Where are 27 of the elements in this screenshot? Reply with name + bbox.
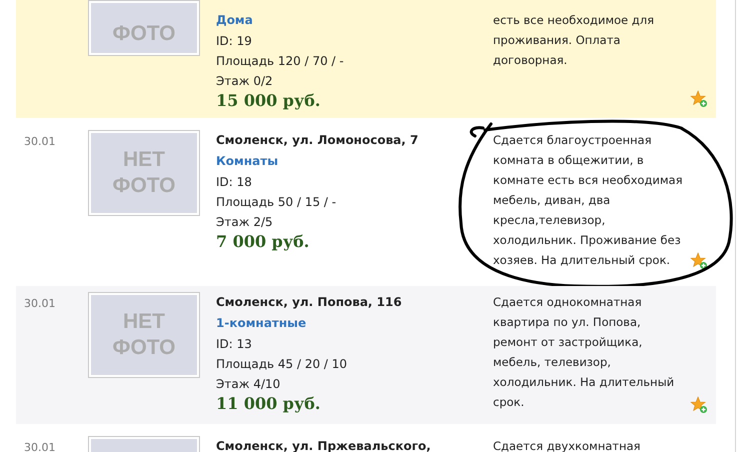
- no-photo-label: НЕТ ФОТО: [112, 147, 176, 199]
- listing-floor: Этаж 0/2: [216, 73, 274, 90]
- listing-area: Площадь 50 / 15 / -: [216, 192, 493, 212]
- listing-date: 30.01: [24, 441, 56, 452]
- listing-description: Сдается однокомнатная квартира по ул. Попова, ремонт от застройщика, мебель, телевизор, холодильник. На длительный срок.: [493, 294, 676, 411]
- listing-floor: Этаж 2/5: [216, 214, 274, 231]
- listing-price: 11 000 руб.: [216, 394, 322, 414]
- listing-address[interactable]: Смоленск, ул. Ломоносова, 7: [216, 130, 493, 150]
- listing-area: Площадь 45 / 20 / 10: [216, 354, 493, 374]
- listing-description: Сдается благоустроенная комната в общежитии, в комнате есть вся необходимая мебель, диван, два кресла,телевизор, холодильник. Проживание без хозяев. На длительный срок.: [493, 132, 684, 269]
- listing-address[interactable]: Смоленск, ул. Попова, 116: [216, 292, 493, 312]
- add-favorite-icon[interactable]: [690, 252, 708, 270]
- category-link[interactable]: Комнаты: [216, 150, 493, 172]
- listing-description: есть все необходимое для проживания. Оплата договорная.: [493, 12, 656, 69]
- listing-date: 30.01: [24, 297, 56, 310]
- no-photo-label: НЕТ ФОТО: [112, 309, 176, 361]
- listing-price: 7 000 руб.: [216, 232, 310, 252]
- listing-floor: Этаж 4/10: [216, 376, 282, 393]
- listing-id: ID: 18: [216, 174, 253, 191]
- listing-date: 30.01: [24, 135, 56, 148]
- category-link[interactable]: Дома: [216, 9, 493, 31]
- listing-id: ID: 13: [216, 336, 253, 353]
- category-link[interactable]: 1-комнатные: [216, 312, 493, 334]
- no-photo-label: ФОТО: [112, 21, 176, 47]
- listing-area: Площадь 120 / 70 / -: [216, 51, 493, 71]
- listing-price: 15 000 руб.: [216, 91, 322, 111]
- listing-id: ID: 19: [216, 33, 253, 50]
